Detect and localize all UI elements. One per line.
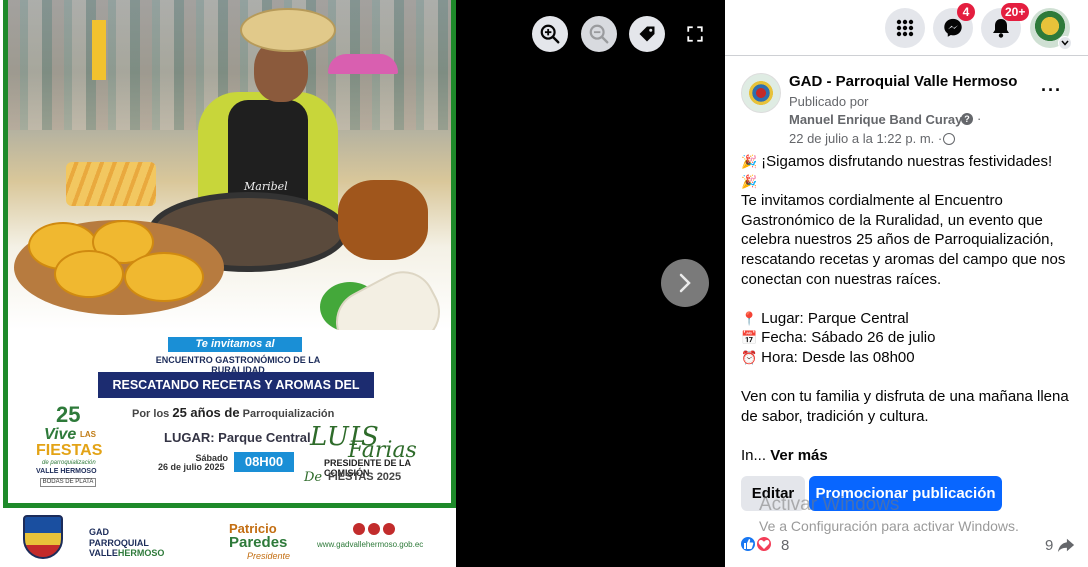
post-line: ⏰ Hora: Desde las 08h00 — [741, 348, 1071, 368]
photo-viewer: Maribel Te invitamos al ENCUENTRO GASTRO… — [0, 0, 725, 567]
messenger-badge: 4 — [957, 3, 975, 21]
fries-bowl — [66, 162, 156, 206]
calendar-icon: 📅 — [741, 328, 757, 348]
zoom-in-icon — [539, 23, 561, 45]
facebook-icon — [353, 523, 365, 535]
footer-paredes: Paredes — [229, 534, 287, 551]
next-photo-button[interactable] — [661, 259, 709, 307]
photo-viewer-page: Maribel Te invitamos al ENCUENTRO GASTRO… — [0, 0, 1088, 567]
post-line: 🎉 ¡Sigamos disfrutando nuestras festivid… — [741, 152, 1071, 172]
windows-activation-title: Activar Windows — [759, 494, 899, 516]
top-navigation-bar: 4 20+ — [725, 0, 1088, 56]
poster-photo: Maribel — [8, 0, 451, 330]
poster-tagline: RESCATANDO RECETAS Y AROMAS DEL CAMPO — [98, 372, 374, 398]
reactions-count[interactable]: 8 — [781, 537, 789, 554]
post-line: 📍 Lugar: Parque Central — [741, 309, 1071, 329]
brand-mark: Maribel — [244, 180, 288, 193]
account-menu-button[interactable] — [1058, 36, 1072, 50]
post-timestamp[interactable]: 22 de julio a la 1:22 p. m. · — [789, 131, 942, 146]
footer-website: www.gadvallehermoso.gob.ec — [317, 540, 423, 549]
poster-footer: GAD PARROQUIAL VALLEHERMOSO Patricio Par… — [3, 511, 456, 567]
grid-menu-icon — [895, 18, 915, 38]
love-reaction-icon[interactable] — [755, 535, 773, 553]
footer-gad: GAD — [89, 527, 109, 537]
party-icon: 🎉 — [741, 172, 757, 192]
globe-icon — [943, 133, 955, 145]
post-line: 🎉 — [741, 172, 1071, 192]
menu-button[interactable] — [885, 8, 925, 48]
separator-dot: · — [977, 111, 981, 126]
zoom-out-button[interactable] — [581, 16, 617, 52]
post-line: In... Ver más — [741, 446, 1071, 466]
patacon — [124, 252, 204, 302]
gad-shield-logo — [23, 515, 63, 559]
poster-frame: Maribel Te invitamos al ENCUENTRO GASTRO… — [3, 0, 456, 508]
straw-hat — [240, 8, 336, 52]
author-link[interactable]: Manuel Enrique Band Curay — [789, 112, 962, 127]
twitter-icon — [368, 523, 380, 535]
tent-roof — [328, 54, 398, 74]
poster-fiestas-year: FIESTAS 2025 — [328, 471, 401, 483]
tag-photo-button[interactable] — [629, 16, 665, 52]
notifications-badge: 20+ — [1001, 3, 1029, 21]
footer-presidente: Presidente — [247, 551, 290, 561]
post-message: 🎉 ¡Sigamos disfrutando nuestras festivid… — [741, 152, 1071, 466]
windows-activation-subtitle: Ve a Configuración para activar Windows. — [759, 518, 1019, 534]
notifications-button[interactable]: 20+ — [981, 8, 1021, 48]
tag-icon — [637, 24, 657, 44]
page-name-link[interactable]: GAD - Parroquial Valle Hermoso — [789, 73, 1017, 90]
post-paragraph: Te invitamos cordialmente al Encuentro G… — [741, 191, 1071, 289]
poster-time: 08H00 — [234, 452, 294, 472]
post-paragraph: Ven con tu familia y disfruta de una mañ… — [741, 387, 1071, 426]
footer-valle-hermoso: VALLEHERMOSO — [89, 548, 164, 558]
instagram-icon — [383, 523, 395, 535]
patacon — [54, 250, 124, 298]
fiestas-logo: 25 Vive LAS FIESTAS de parroquialización… — [30, 402, 114, 488]
pin-icon: 📍 — [741, 309, 757, 329]
poster-anniversary: Por los 25 años de Parroquialización — [132, 405, 334, 420]
shares-count[interactable]: 9 — [1045, 537, 1053, 554]
event-poster-image[interactable]: Maribel Te invitamos al ENCUENTRO GASTRO… — [0, 0, 456, 567]
messenger-icon — [942, 17, 964, 39]
poster-date: 26 de julio 2025 — [158, 462, 225, 472]
church-tower — [92, 20, 106, 80]
poster-invite: Te invitamos al — [168, 337, 302, 352]
share-icon[interactable] — [1057, 536, 1075, 554]
poster-de: De — [304, 470, 322, 485]
fullscreen-icon[interactable] — [686, 25, 704, 43]
published-by-label: Publicado por — [789, 94, 869, 109]
messenger-button[interactable]: 4 — [933, 8, 973, 48]
zoom-in-button[interactable] — [532, 16, 568, 52]
zoom-out-icon — [588, 23, 610, 45]
poster-location: LUGAR: Parque Central — [164, 430, 311, 445]
see-more-link[interactable]: Ver más — [770, 447, 828, 464]
help-icon[interactable]: ? — [961, 113, 973, 125]
post-panel: 4 20+ GAD - Parroquial Valle Hermoso Pub… — [725, 0, 1088, 567]
roast-chicken — [338, 180, 428, 260]
social-icons — [353, 523, 395, 535]
clock-icon: ⏰ — [741, 348, 757, 368]
footer-parroquial: PARROQUIAL — [89, 538, 149, 548]
party-icon: 🎉 — [741, 152, 757, 172]
chevron-right-icon — [676, 272, 694, 294]
more-options-button[interactable]: ··· — [1041, 80, 1062, 101]
page-avatar[interactable] — [741, 73, 781, 113]
post-line: 📅 Fecha: Sábado 26 de julio — [741, 328, 1071, 348]
chevron-down-icon — [1061, 40, 1069, 46]
